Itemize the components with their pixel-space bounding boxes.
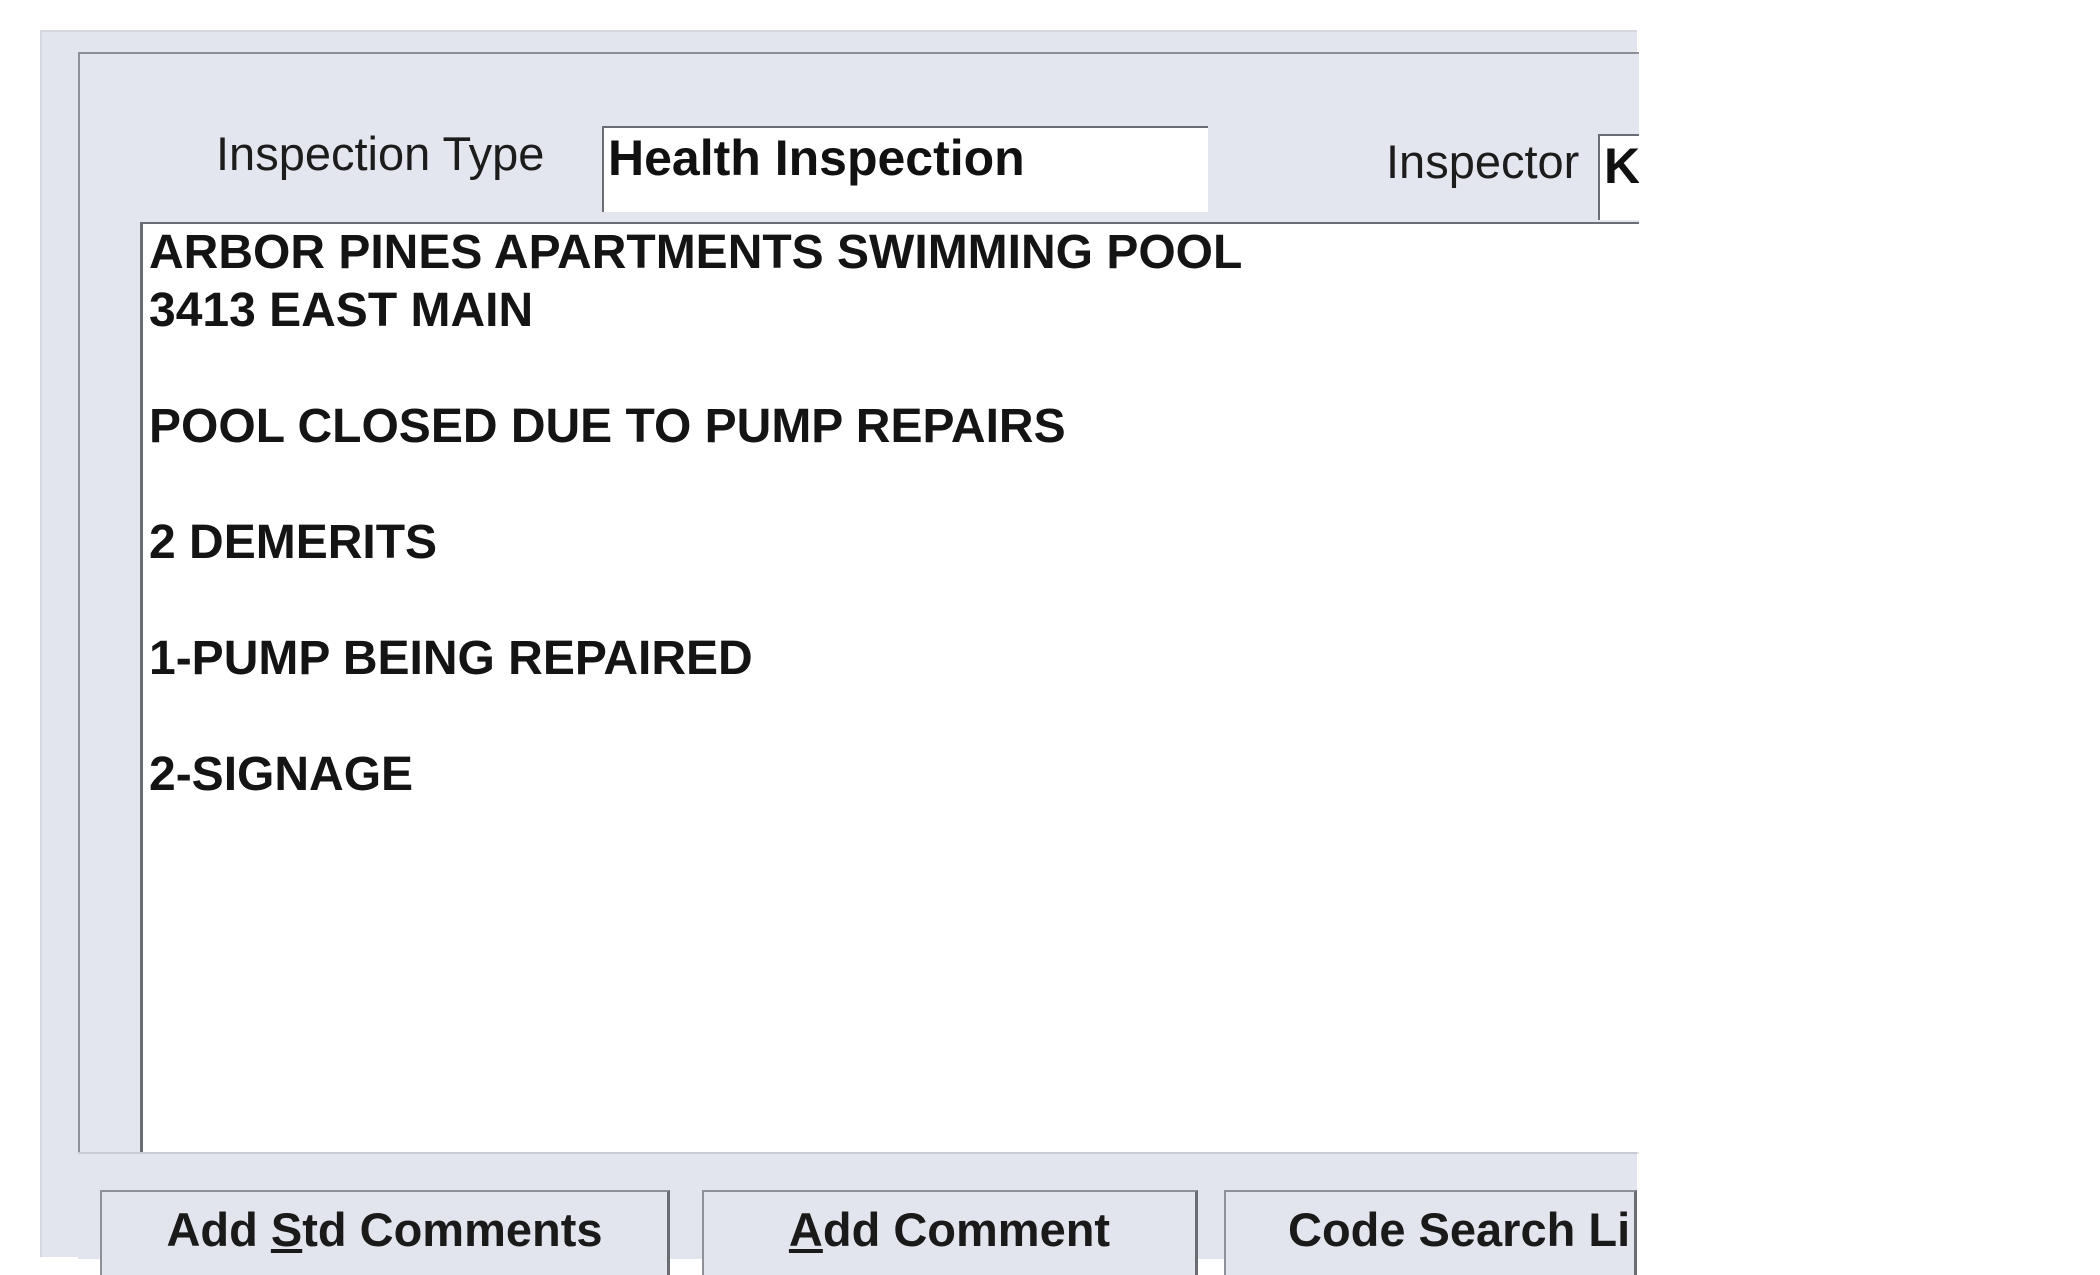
- comment-line: 1-PUMP BEING REPAIRED: [149, 632, 753, 685]
- code-search-button[interactable]: Code Search Li: [1224, 1190, 1637, 1275]
- comments-textarea[interactable]: ARBOR PINES APARTMENTS SWIMMING POOL 341…: [140, 222, 1639, 1152]
- inspection-window: Inspection Type Health Inspection Inspec…: [40, 30, 1639, 1275]
- add-std-comments-label-post: td Comments: [302, 1203, 603, 1256]
- comment-line: 3413 EAST MAIN: [149, 284, 534, 337]
- comment-line: [149, 688, 1639, 746]
- add-std-comments-button[interactable]: Add Std Comments: [100, 1190, 670, 1275]
- inspection-panel: Inspection Type Health Inspection Inspec…: [78, 52, 1639, 1154]
- add-comment-mnemonic: A: [788, 1203, 823, 1256]
- scanned-page: Inspection Type Health Inspection Inspec…: [0, 0, 2100, 1275]
- comment-line: [149, 456, 1639, 514]
- inspector-label: Inspector: [1386, 135, 1580, 188]
- comment-line: [149, 572, 1639, 630]
- button-bar: Add Std Comments Add Comment Code Search…: [78, 1152, 1637, 1275]
- comment-line: 2 DEMERITS: [149, 516, 438, 569]
- comment-line: ARBOR PINES APARTMENTS SWIMMING POOL: [149, 226, 1243, 279]
- inspection-type-label: Inspection Type: [216, 127, 545, 180]
- add-std-comments-mnemonic: S: [270, 1203, 303, 1256]
- add-comment-button[interactable]: Add Comment: [702, 1190, 1198, 1275]
- inspection-type-field[interactable]: Health Inspection: [602, 126, 1208, 212]
- add-comment-label-post: dd Comment: [822, 1203, 1111, 1256]
- comment-line: POOL CLOSED DUE TO PUMP REPAIRS: [149, 400, 1066, 453]
- comment-line: [149, 340, 1639, 398]
- inspector-field[interactable]: Ke: [1598, 134, 1639, 220]
- add-std-comments-label-pre: Add: [166, 1203, 271, 1256]
- comment-line: 2-SIGNAGE: [149, 748, 414, 801]
